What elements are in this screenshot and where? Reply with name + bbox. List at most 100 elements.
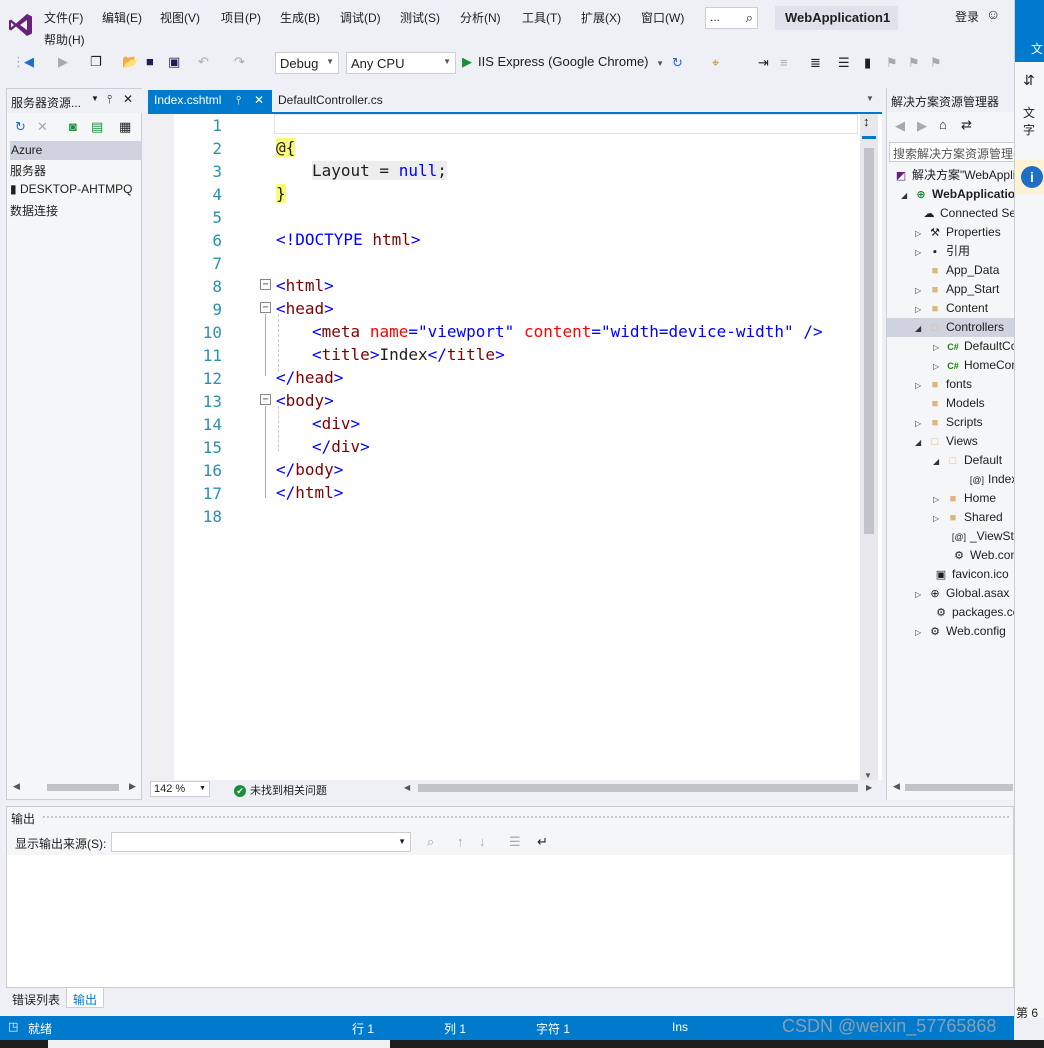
back-icon[interactable]: ◀	[895, 118, 905, 134]
refresh-icon[interactable]: ↻	[672, 55, 683, 71]
expanded-icon[interactable]: ◢	[901, 186, 913, 205]
code-area[interactable]: 1 2 3 4 5 6 7 8 9 10 11 12 13 14 15 16 1…	[174, 114, 860, 782]
run-button[interactable]: ▶ IIS Express (Google Chrome) ▼	[462, 54, 664, 70]
zoom-dropdown[interactable]: 142 % ▼	[150, 781, 210, 797]
collapsed-icon[interactable]: ▷	[933, 509, 945, 528]
tab-output[interactable]: 输出	[66, 988, 105, 1008]
tab-default-controller[interactable]: DefaultController.cs	[278, 93, 383, 107]
pin-icon[interactable]: ⫯	[107, 92, 112, 107]
collapsed-icon[interactable]: ▷	[915, 224, 927, 243]
comment-icon[interactable]: ≣	[810, 55, 821, 71]
login-link[interactable]: 登录	[955, 8, 979, 25]
tree-item-webconfig[interactable]: ▷ ⚙ Web.config	[915, 622, 1006, 641]
horizontal-scrollbar-thumb[interactable]	[418, 784, 858, 792]
collapsed-icon[interactable]: ▷	[915, 300, 927, 319]
menu-window[interactable]: 窗口(W)	[641, 9, 684, 26]
clear-all-icon[interactable]: ☰	[509, 834, 521, 850]
tree-item-packages-config[interactable]: ⚙ packages.config	[933, 603, 1014, 622]
menu-view[interactable]: 视图(V)	[160, 9, 200, 26]
server-item-data-connections[interactable]: 数据连接	[10, 202, 58, 219]
tree-item-content[interactable]: ▷ ■ Content	[915, 299, 988, 318]
prev-message-icon[interactable]: ↑	[457, 834, 464, 849]
user-icon[interactable]: ☺	[986, 6, 1000, 22]
menu-edit[interactable]: 编辑(E)	[102, 9, 142, 26]
connect-server-icon[interactable]: ▤	[91, 119, 103, 135]
tree-item-viewstart[interactable]: [@]_ViewStart.cshtml	[951, 527, 1014, 546]
chevron-down-icon[interactable]: ▼	[91, 94, 99, 103]
tree-item-models[interactable]: ■ Models	[927, 394, 985, 413]
collapsed-icon[interactable]: ▷	[933, 490, 945, 509]
tree-item-references[interactable]: ▷ ▪ 引用	[915, 242, 970, 261]
horizontal-scrollbar[interactable]: ◀ ▶	[7, 779, 141, 797]
home-icon[interactable]: ⌂	[939, 117, 947, 132]
scroll-right-icon[interactable]: ▶	[129, 781, 136, 792]
expanded-icon[interactable]: ◢	[933, 452, 945, 471]
tree-item-connected-services[interactable]: ☁ Connected Services	[921, 204, 1015, 223]
collapsed-icon[interactable]: ▷	[933, 338, 945, 357]
server-item-servers[interactable]: 服务器	[10, 162, 46, 179]
menu-help[interactable]: 帮助(H)	[44, 31, 85, 48]
pin-icon[interactable]: ⫯	[236, 93, 241, 108]
code-editor[interactable]: 1 2 3 4 5 6 7 8 9 10 11 12 13 14 15 16 1…	[148, 112, 882, 782]
close-icon[interactable]: ✕	[123, 92, 133, 106]
step-icon[interactable]: ⇥	[758, 55, 769, 71]
tree-item-views[interactable]: ◢ □ Views	[915, 432, 978, 451]
visual-studio-logo-icon[interactable]	[8, 12, 34, 38]
search-box[interactable]: ... ⌕	[705, 7, 758, 29]
scroll-left-icon[interactable]: ◀	[13, 781, 20, 792]
bookmark-icon[interactable]: ▮	[864, 55, 871, 71]
fold-toggle-body[interactable]: −	[260, 394, 271, 405]
server-item-azure[interactable]: Azure	[10, 141, 142, 160]
tree-item-views-webconfig[interactable]: ⚙ Web.config	[951, 546, 1014, 565]
new-item-icon[interactable]: ❐	[90, 54, 102, 70]
scrollbar-thumb[interactable]	[905, 784, 1013, 791]
sync-icon[interactable]: ⇄	[961, 117, 972, 133]
open-folder-icon[interactable]: 📂	[122, 54, 138, 70]
menu-debug[interactable]: 调试(D)	[340, 9, 381, 26]
tree-item-controllers[interactable]: ◢ □ Controllers	[915, 318, 1004, 337]
uncomment-icon[interactable]: ☰	[838, 55, 850, 71]
save-all-icon[interactable]: ▣	[168, 54, 180, 70]
clear-bookmarks-icon[interactable]: ⚑	[930, 55, 942, 71]
vertical-scrollbar[interactable]: ↕ ▼	[860, 114, 878, 782]
forward-icon[interactable]: ▶	[917, 118, 927, 134]
scrollbar-thumb[interactable]	[864, 148, 874, 534]
tab-index-cshtml[interactable]: Index.cshtml ⫯ ✕	[148, 90, 272, 112]
find-message-icon[interactable]: ⌕	[427, 834, 434, 850]
fold-toggle-html[interactable]: −	[260, 279, 271, 290]
scroll-right-icon[interactable]: ▶	[866, 783, 872, 792]
tree-item-views-default[interactable]: ◢ □ Default	[933, 451, 1002, 470]
tab-error-list[interactable]: 错误列表	[6, 988, 66, 1008]
word-wrap-icon[interactable]: ↵	[537, 834, 548, 850]
save-icon[interactable]: ■	[146, 54, 154, 69]
tree-item-default-controller[interactable]: ▷C# DefaultController.cs	[933, 337, 1014, 356]
scroll-left-icon[interactable]: ◀	[404, 783, 410, 792]
tree-item-views-shared[interactable]: ▷ ■ Shared	[933, 508, 1003, 527]
step-over-icon[interactable]: ≡	[780, 55, 788, 70]
prev-bookmark-icon[interactable]: ⚑	[886, 55, 898, 71]
menu-project[interactable]: 项目(P)	[221, 9, 261, 26]
menu-tools[interactable]: 工具(T)	[522, 9, 561, 26]
collapsed-icon[interactable]: ▷	[915, 376, 927, 395]
collapsed-icon[interactable]: ▷	[915, 585, 927, 604]
menu-test[interactable]: 测试(S)	[400, 9, 440, 26]
fold-toggle-head[interactable]: −	[260, 302, 271, 313]
next-bookmark-icon[interactable]: ⚑	[908, 55, 920, 71]
tree-item-scripts[interactable]: ▷ ■ Scripts	[915, 413, 983, 432]
scroll-left-icon[interactable]: ◀	[893, 781, 900, 792]
panel-grip[interactable]	[43, 816, 1009, 818]
solution-node[interactable]: ◩ 解决方案"WebApplication1"	[893, 166, 1014, 185]
menu-file[interactable]: 文件(F)	[44, 9, 83, 26]
tree-item-home-controller[interactable]: ▷C# HomeController.cs	[933, 356, 1014, 375]
split-icon[interactable]: ↕	[863, 114, 870, 129]
expanded-icon[interactable]: ◢	[915, 433, 927, 452]
collapsed-icon[interactable]: ▷	[915, 243, 927, 262]
solution-search-input[interactable]: 搜索解决方案资源管理器	[889, 142, 1014, 162]
expanded-icon[interactable]: ◢	[915, 319, 927, 338]
scrollbar-thumb[interactable]	[47, 784, 119, 791]
connect-database-icon[interactable]: ◙	[69, 119, 77, 134]
config-dropdown[interactable]: Debug ▼	[275, 52, 339, 74]
browser-link-icon[interactable]: ⌖	[712, 55, 719, 71]
scroll-down-icon[interactable]: ▼	[864, 771, 872, 780]
tree-item-app-start[interactable]: ▷ ■ App_Start	[915, 280, 999, 299]
